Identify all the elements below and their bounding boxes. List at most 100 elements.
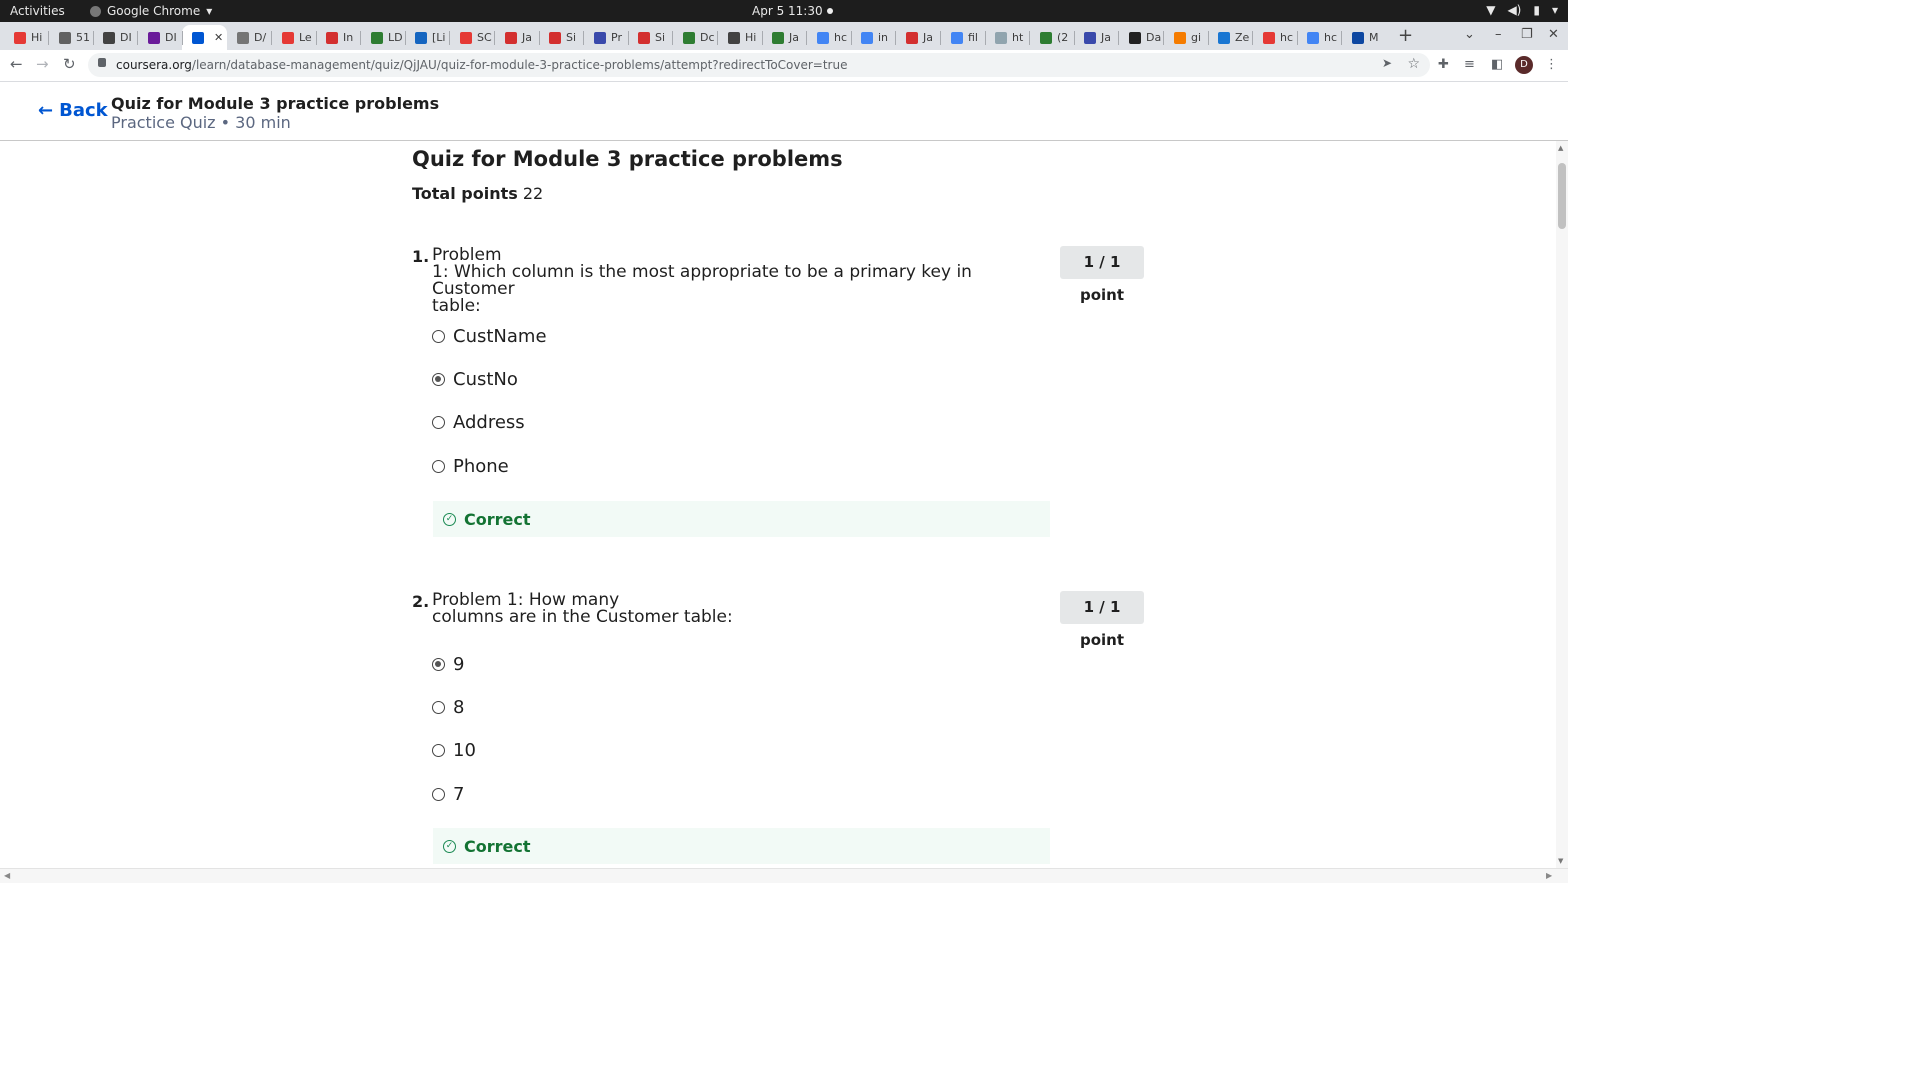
tab-separator bbox=[137, 31, 138, 45]
browser-tab[interactable]: Si bbox=[539, 25, 584, 50]
browser-tab[interactable]: Pr bbox=[584, 25, 629, 50]
reload-icon[interactable]: ↻ bbox=[63, 55, 76, 73]
tab-label: fil bbox=[968, 31, 978, 44]
scroll-right-icon[interactable]: ▶ bbox=[1546, 871, 1552, 880]
profile-avatar[interactable]: D bbox=[1515, 56, 1533, 74]
answer-option[interactable]: 7 bbox=[432, 784, 464, 805]
radio-button[interactable] bbox=[432, 744, 445, 757]
browser-tab[interactable]: gi bbox=[1164, 25, 1209, 50]
system-tray[interactable]: ▼ ◀) ▮ ▾ bbox=[1486, 3, 1558, 17]
address-bar[interactable]: coursera.org/learn/database-management/q… bbox=[88, 53, 1430, 77]
scroll-down-icon[interactable]: ▼ bbox=[1558, 857, 1563, 865]
tab-separator bbox=[449, 31, 450, 45]
tab-separator bbox=[1341, 31, 1342, 45]
activities-button[interactable]: Activities bbox=[10, 4, 65, 18]
browser-tab[interactable]: fil bbox=[941, 25, 986, 50]
os-top-bar: Activities Google Chrome ▾ Apr 5 11:30 ▼… bbox=[0, 0, 1568, 22]
bookmark-star-icon[interactable]: ☆ bbox=[1407, 56, 1420, 72]
browser-tab[interactable]: Ja bbox=[1074, 25, 1119, 50]
browser-tab[interactable]: Hi bbox=[4, 25, 49, 50]
quiz-content: Quiz for Module 3 practice problems Tota… bbox=[0, 141, 1556, 868]
browser-tab[interactable]: Ja bbox=[762, 25, 807, 50]
browser-tab[interactable]: Ze bbox=[1208, 25, 1253, 50]
app-menu[interactable]: Google Chrome ▾ bbox=[90, 4, 212, 18]
radio-button[interactable] bbox=[432, 330, 445, 343]
tab-separator bbox=[628, 31, 629, 45]
tab-favicon-icon bbox=[995, 31, 1007, 44]
feedback-correct: ✓ Correct bbox=[433, 828, 1050, 864]
tab-label: gi bbox=[1191, 31, 1202, 44]
browser-tab[interactable]: ht bbox=[985, 25, 1030, 50]
browser-tab[interactable]: Si bbox=[628, 25, 673, 50]
minimize-icon[interactable]: – bbox=[1495, 27, 1502, 42]
answer-option[interactable]: 10 bbox=[432, 740, 476, 761]
horizontal-scrollbar[interactable]: ◀ ▶ bbox=[0, 868, 1568, 883]
answer-option[interactable]: CustName bbox=[432, 326, 547, 347]
browser-tab[interactable]: M bbox=[1342, 25, 1387, 50]
browser-tab[interactable]: Ja bbox=[495, 25, 540, 50]
tab-separator bbox=[717, 31, 718, 45]
answer-option[interactable]: 9 bbox=[432, 654, 464, 675]
tab-label: Le bbox=[299, 31, 312, 44]
back-arrow-icon[interactable]: ← bbox=[10, 55, 23, 73]
browser-tab[interactable]: Da bbox=[1119, 25, 1164, 50]
scroll-up-icon[interactable]: ▲ bbox=[1558, 144, 1563, 152]
browser-tab[interactable]: hc bbox=[807, 25, 852, 50]
browser-tab[interactable]: Dc bbox=[673, 25, 718, 50]
answer-option[interactable]: Address bbox=[432, 412, 525, 433]
side-panel-icon[interactable]: ◧ bbox=[1491, 57, 1503, 72]
menu-kebab-icon[interactable]: ⋮ bbox=[1545, 57, 1558, 72]
notification-dot-icon bbox=[827, 8, 833, 14]
answer-option[interactable]: 8 bbox=[432, 697, 464, 718]
browser-tab[interactable]: DI bbox=[93, 25, 138, 50]
new-tab-button[interactable]: + bbox=[1398, 25, 1413, 46]
forward-arrow-icon[interactable]: → bbox=[36, 55, 49, 73]
send-tab-icon[interactable]: ➤ bbox=[1382, 56, 1392, 70]
close-tab-icon[interactable]: ✕ bbox=[214, 31, 223, 44]
vertical-scrollbar[interactable]: ▲ ▼ bbox=[1556, 141, 1568, 868]
tab-favicon-icon bbox=[1263, 31, 1275, 44]
close-window-icon[interactable]: ✕ bbox=[1548, 27, 1559, 42]
radio-button[interactable] bbox=[432, 460, 445, 473]
browser-tab[interactable]: Hi bbox=[718, 25, 763, 50]
tab-favicon-icon bbox=[638, 31, 650, 44]
browser-tab[interactable]: LD bbox=[361, 25, 406, 50]
tab-separator bbox=[583, 31, 584, 45]
radio-button[interactable] bbox=[432, 788, 445, 801]
radio-button[interactable] bbox=[432, 701, 445, 714]
radio-button-selected[interactable] bbox=[432, 658, 445, 671]
browser-tab[interactable]: In bbox=[316, 25, 361, 50]
back-button[interactable]: ← Back bbox=[38, 100, 108, 121]
tab-search-icon[interactable]: ⌄ bbox=[1464, 27, 1475, 42]
lock-icon bbox=[98, 58, 106, 67]
browser-tab[interactable]: (2 bbox=[1030, 25, 1075, 50]
scrollbar-thumb[interactable] bbox=[1558, 163, 1566, 229]
tab-label: Pr bbox=[611, 31, 622, 44]
browser-tab[interactable]: Le bbox=[272, 25, 317, 50]
browser-tab[interactable]: 51 bbox=[49, 25, 94, 50]
answer-option[interactable]: CustNo bbox=[432, 369, 518, 390]
url-text[interactable]: coursera.org/learn/database-management/q… bbox=[116, 58, 847, 72]
extensions-icon[interactable]: ✚ bbox=[1438, 57, 1449, 72]
tab-separator bbox=[1297, 31, 1298, 45]
answer-option[interactable]: Phone bbox=[432, 456, 509, 477]
scroll-left-icon[interactable]: ◀ bbox=[4, 871, 10, 880]
browser-tab[interactable]: Ja bbox=[896, 25, 941, 50]
tab-separator bbox=[895, 31, 896, 45]
clock[interactable]: Apr 5 11:30 bbox=[752, 4, 823, 18]
browser-tab[interactable]: ✕ bbox=[182, 25, 227, 50]
radio-button[interactable] bbox=[432, 416, 445, 429]
tab-separator bbox=[1074, 31, 1075, 45]
tab-favicon-icon bbox=[282, 31, 294, 44]
radio-button-selected[interactable] bbox=[432, 373, 445, 386]
restore-icon[interactable]: ❐ bbox=[1521, 27, 1533, 42]
browser-tab[interactable]: DI bbox=[138, 25, 183, 50]
browser-tab[interactable]: [Li bbox=[405, 25, 450, 50]
browser-tab[interactable]: hc bbox=[1253, 25, 1298, 50]
tab-favicon-icon bbox=[594, 31, 606, 44]
browser-tab[interactable]: SC bbox=[450, 25, 495, 50]
browser-tab[interactable]: hc bbox=[1297, 25, 1342, 50]
browser-tab[interactable]: D/ bbox=[227, 25, 272, 50]
reading-list-icon[interactable]: ≡ bbox=[1464, 57, 1475, 72]
browser-tab[interactable]: in bbox=[851, 25, 896, 50]
